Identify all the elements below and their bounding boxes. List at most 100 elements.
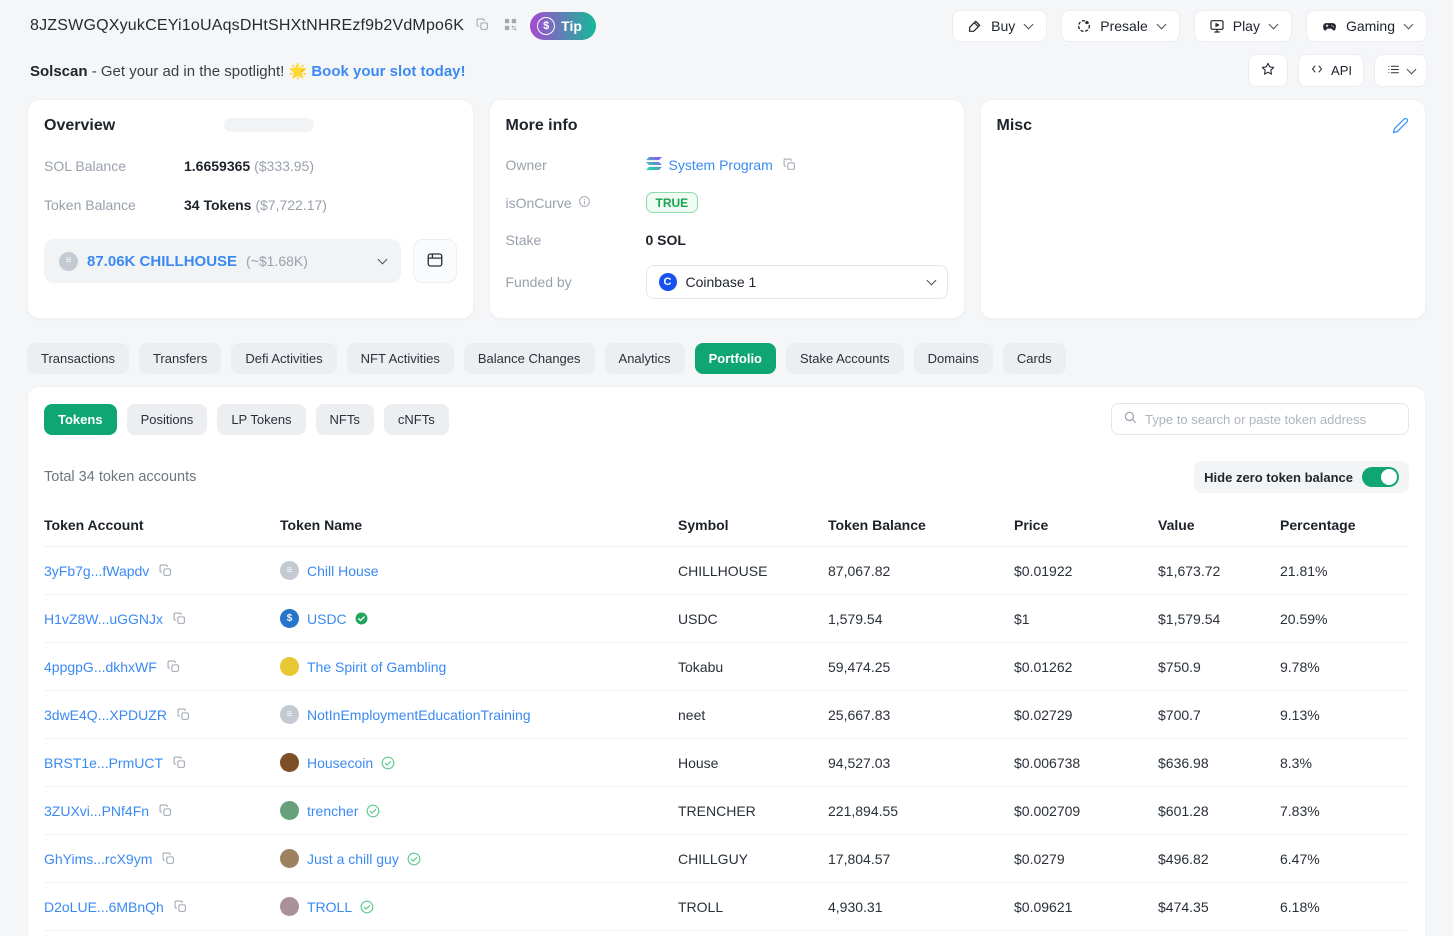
token-balance-cell: 4,930.31 xyxy=(828,898,883,915)
tab-analytics[interactable]: Analytics xyxy=(604,343,685,374)
tab-stake-accounts[interactable]: Stake Accounts xyxy=(786,343,904,374)
token-name-link[interactable]: Housecoin xyxy=(307,755,373,771)
ad-brand: Solscan xyxy=(30,62,88,80)
copy-icon[interactable] xyxy=(165,658,182,675)
gaming-button[interactable]: Gaming xyxy=(1305,10,1427,42)
token-account-cell: D2oLUE...6MBnQh xyxy=(44,898,280,915)
token-balance-cell: 59,474.25 xyxy=(828,658,891,675)
api-button[interactable]: API xyxy=(1298,54,1364,87)
chevron-down-icon xyxy=(377,254,387,265)
copy-owner-button[interactable] xyxy=(781,156,798,173)
tab-transfers[interactable]: Transfers xyxy=(138,343,222,374)
table-row: 3ZUXvi...PNf4Fn trencher TRENCHER 221,89… xyxy=(44,787,1409,835)
tab-portfolio[interactable]: Portfolio xyxy=(694,343,776,374)
edit-misc-button[interactable] xyxy=(1392,117,1409,137)
token-account-link[interactable]: GhYims...rcX9ym xyxy=(44,851,152,867)
token-name-cell: ≡ Chill House xyxy=(280,561,678,580)
summary-cards: Overview SOL Balance 1.6659365 ($333.95)… xyxy=(27,99,1426,319)
sol-balance-value: 1.6659365 xyxy=(184,158,251,174)
token-name-link[interactable]: Just a chill guy xyxy=(307,851,399,867)
tab-defi-activities[interactable]: Defi Activities xyxy=(231,343,337,374)
copy-icon[interactable] xyxy=(172,898,189,915)
copy-address-button[interactable] xyxy=(474,16,491,36)
toggle-switch[interactable] xyxy=(1362,467,1399,487)
token-balance-usd: ($7,722.17) xyxy=(255,197,327,213)
play-button[interactable]: Play xyxy=(1193,10,1292,42)
symbol-cell: House xyxy=(678,754,719,771)
token-account-cell: 3ZUXvi...PNf4Fn xyxy=(44,802,280,819)
token-name-link[interactable]: TROLL xyxy=(307,899,352,915)
token-table: Token Account Token Name Symbol Token Ba… xyxy=(44,509,1409,931)
subtab-cnfts[interactable]: cNFTs xyxy=(383,403,449,435)
wallet-icon xyxy=(426,251,444,272)
token-logo-icon xyxy=(280,753,299,772)
token-name-link[interactable]: The Spirit of Gambling xyxy=(307,659,446,675)
token-name-link[interactable]: NotInEmploymentEducationTraining xyxy=(307,707,531,723)
token-search-input[interactable] xyxy=(1145,411,1397,427)
token-account-cell: BRST1e...PrmUCT xyxy=(44,754,280,771)
token-account-link[interactable]: 3yFb7g...fWapdv xyxy=(44,563,149,579)
token-account-link[interactable]: 3ZUXvi...PNf4Fn xyxy=(44,803,149,819)
token-account-link[interactable]: H1vZ8W...uGGNJx xyxy=(44,611,163,627)
token-balance-cell: 94,527.03 xyxy=(828,754,891,771)
token-account-cell: H1vZ8W...uGGNJx xyxy=(44,610,280,627)
percentage-cell: 20.59% xyxy=(1280,610,1328,627)
token-account-link[interactable]: 4ppgpG...dkhxWF xyxy=(44,659,157,675)
tab-balance-changes[interactable]: Balance Changes xyxy=(463,343,595,374)
subtab-tokens[interactable]: Tokens xyxy=(44,403,117,435)
verified-check-icon xyxy=(381,756,395,770)
token-name-link[interactable]: Chill House xyxy=(307,563,379,579)
percentage-cell: 8.3% xyxy=(1280,754,1312,771)
value-cell: $1,579.54 xyxy=(1158,610,1221,627)
token-balance-cell: 17,804.57 xyxy=(828,850,891,867)
play-label: Play xyxy=(1232,18,1260,34)
tab-domains[interactable]: Domains xyxy=(913,343,993,374)
column-header-token-account: Token Account xyxy=(44,517,144,533)
favorite-button[interactable] xyxy=(1248,54,1289,87)
qr-code-button[interactable] xyxy=(501,15,520,37)
funded-by-label: Funded by xyxy=(505,274,572,290)
price-cell: $0.02729 xyxy=(1014,706,1073,723)
percentage-cell: 9.13% xyxy=(1280,706,1320,723)
symbol-cell: Tokabu xyxy=(678,658,724,675)
list-menu-button[interactable] xyxy=(1374,54,1427,87)
star-icon xyxy=(1260,61,1276,80)
token-balance-cell: 87,067.82 xyxy=(828,562,891,579)
token-name-cell: Just a chill guy xyxy=(280,849,678,868)
subtab-nfts[interactable]: NFTs xyxy=(315,403,374,435)
copy-icon[interactable] xyxy=(175,706,192,723)
token-account-cell: GhYims...rcX9ym xyxy=(44,850,280,867)
symbol-cell: TROLL xyxy=(678,898,724,915)
price-cell: $0.0279 xyxy=(1014,850,1065,867)
copy-icon[interactable] xyxy=(171,610,188,627)
token-account-link[interactable]: 3dwE4Q...XPDUZR xyxy=(44,707,167,723)
token-account-link[interactable]: D2oLUE...6MBnQh xyxy=(44,899,164,915)
buy-button[interactable]: Buy xyxy=(952,10,1048,42)
presale-button[interactable]: Presale xyxy=(1061,10,1180,42)
token-logo-icon: ≡ xyxy=(280,561,299,580)
wallet-portfolio-button[interactable] xyxy=(412,239,457,283)
list-icon xyxy=(1386,63,1401,79)
copy-icon[interactable] xyxy=(160,850,177,867)
tab-transactions[interactable]: Transactions xyxy=(27,343,129,374)
copy-icon[interactable] xyxy=(171,754,188,771)
solscan-account-page: 8JZSWGQXyukCEYi1oUAqsDHtSHXtNHREzf9b2VdM… xyxy=(0,0,1453,936)
token-name-link[interactable]: USDC xyxy=(307,611,347,627)
owner-link[interactable]: System Program xyxy=(645,157,773,173)
subtab-lp-tokens[interactable]: LP Tokens xyxy=(217,403,306,435)
tab-cards[interactable]: Cards xyxy=(1002,343,1066,374)
token-selector-dropdown[interactable]: ≡ 87.06K CHILLHOUSE (~$1.68K) xyxy=(44,239,401,283)
book-slot-link[interactable]: Book your slot today! xyxy=(311,63,465,80)
tab-nft-activities[interactable]: NFT Activities xyxy=(346,343,454,374)
copy-icon[interactable] xyxy=(157,802,174,819)
funded-by-dropdown[interactable]: C Coinbase 1 xyxy=(645,265,948,299)
sol-balance-usd: ($333.95) xyxy=(254,158,315,174)
token-name-link[interactable]: trencher xyxy=(307,803,358,819)
copy-icon[interactable] xyxy=(157,562,174,579)
token-logo-icon xyxy=(280,849,299,868)
hide-zero-balance-toggle[interactable]: Hide zero token balance xyxy=(1194,461,1409,493)
price-cell: $0.01262 xyxy=(1014,658,1073,675)
tip-button[interactable]: $ Tip xyxy=(530,12,596,40)
subtab-positions[interactable]: Positions xyxy=(126,403,208,435)
token-account-link[interactable]: BRST1e...PrmUCT xyxy=(44,755,163,771)
